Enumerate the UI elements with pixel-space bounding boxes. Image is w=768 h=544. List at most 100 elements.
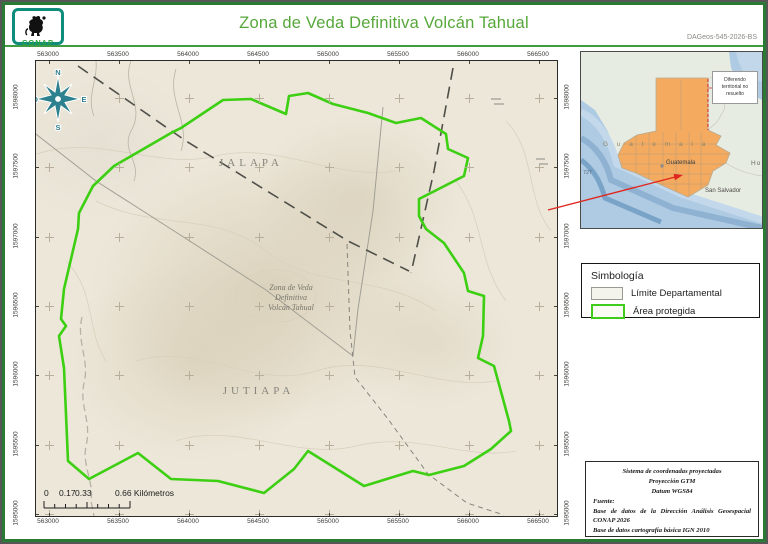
compass-e-label: E [81, 95, 86, 104]
grid-cross [465, 94, 474, 103]
grid-x-label: 565000 [317, 51, 339, 58]
frame-tick [469, 513, 470, 516]
frame-tick [189, 513, 190, 516]
grid-zone-label: 72T [583, 170, 593, 176]
minor-boundary-dashes [491, 98, 548, 165]
capital-label: Guatemala [666, 160, 696, 166]
grid-cross [255, 94, 264, 103]
credits-source-line: Base de datos cartografía básica IGN 201… [593, 527, 710, 535]
grid-cross [395, 163, 404, 173]
frame-tick [36, 375, 39, 377]
credits-box: Sistema de coordenadas proyectadas Proyec… [585, 461, 759, 537]
main-map-canvas: JALAPA JUTIAPA Zona de Veda Definitiva V… [35, 60, 558, 517]
grid-cross [395, 440, 404, 450]
frame-tick [119, 61, 120, 64]
grid-cross [45, 301, 54, 311]
san-salvador-label: San Salvador [705, 188, 742, 194]
credits-fuente-label: Fuente: [593, 497, 615, 505]
legend-item-label: Área protegida [633, 306, 696, 317]
scale-ruler [43, 501, 131, 509]
country-label: G u a t e m a l a [603, 141, 709, 148]
frame-tick [329, 513, 330, 516]
grid-cross [185, 371, 194, 381]
grid-cross [535, 232, 544, 242]
grid-y-label: 1597000 [563, 222, 571, 249]
trail-line [79, 316, 95, 516]
grid-y-label: 1597500 [563, 153, 571, 179]
inset-locator-map: Diferendo territorial no resuelto G u a … [580, 51, 763, 229]
frame-tick [469, 61, 470, 64]
frame-tick [36, 167, 39, 169]
page-title: Zona de Veda Definitiva Volcán Tahual [239, 14, 529, 32]
frame-tick [554, 375, 557, 377]
frame-tick [329, 61, 330, 64]
grid-cross [115, 371, 124, 381]
grid-cross [45, 440, 54, 450]
grid-cross [395, 371, 404, 381]
header-divider [5, 45, 763, 47]
protected-area-swatch [591, 304, 625, 319]
credits-line: Datum WGS84 [651, 487, 693, 495]
credits-line: Proyección GTM [648, 477, 696, 485]
grid-cross [115, 94, 124, 103]
grid-y-label: 1597500 [12, 153, 20, 179]
credits-line: Sistema de coordenadas proyectadas [622, 468, 722, 475]
grid-cross [535, 94, 544, 103]
grid-cross [185, 440, 194, 450]
scale-bar: 0 0.17 0.33 0.66 Kilómetros [38, 488, 174, 514]
grid-x-label: 566000 [457, 518, 479, 525]
frame-tick [554, 513, 557, 515]
grid-cross [255, 371, 264, 381]
grid-cross [115, 163, 124, 173]
grid-cross [465, 301, 474, 311]
legend-item-label: Límite Departamental [631, 288, 722, 299]
grid-x-label: 563000 [37, 518, 59, 525]
grid-cross [45, 232, 54, 242]
credits-projection: Sistema de coordenadas proyectadas Proyec… [593, 467, 751, 497]
document-id: DAGeos-545-2026-BS [686, 34, 757, 41]
compass-rose-icon: N E S O [35, 67, 88, 131]
frame-tick [554, 98, 557, 99]
grid-y-label: 1595500 [12, 430, 20, 457]
grid-cross [395, 232, 404, 242]
grid-y-label: 1596000 [563, 361, 571, 387]
grid-y-label: 1597000 [12, 222, 20, 249]
grid-cross [535, 301, 544, 311]
frame-tick [399, 61, 400, 64]
frame-tick [554, 167, 557, 169]
grid-x-label: 566500 [527, 51, 549, 58]
department-label-north: JALAPA [219, 157, 283, 169]
grid-cross [115, 301, 124, 311]
scale-label-033: 0.33 [75, 488, 92, 498]
frame-tick [189, 61, 190, 64]
honduras-partial-label: Ho [751, 160, 762, 167]
legend-box: Simbología Límite Departamental Área prot… [581, 263, 760, 319]
frame-tick [554, 305, 557, 307]
grid-cross [465, 371, 474, 381]
grid-cross [185, 301, 194, 311]
grid-cross [325, 232, 334, 242]
grid-x-label: 564000 [177, 51, 199, 58]
frame-tick [399, 513, 400, 516]
grid-cross [535, 371, 544, 381]
scale-label-0: 0 [44, 488, 49, 498]
grid-y-label: 1595500 [563, 430, 571, 457]
frame-tick [36, 305, 39, 307]
grid-cross [255, 440, 264, 450]
grid-cross [325, 94, 334, 103]
compass-w-label: O [35, 95, 38, 104]
scale-label-017: 0.17 [59, 488, 76, 498]
grid-y-label: 1598000 [563, 84, 571, 110]
frame-tick [539, 513, 540, 516]
compass-s-label: S [55, 123, 60, 131]
grid-cross [325, 163, 334, 173]
frame-tick [554, 444, 557, 446]
grid-cross [465, 440, 474, 450]
grid-cross [325, 371, 334, 381]
grid-cross [395, 94, 404, 103]
frame-tick [539, 61, 540, 64]
grid-x-label: 566500 [527, 518, 549, 525]
grid-cross [535, 163, 544, 173]
grid-x-label: 563500 [107, 51, 129, 58]
road-lines [36, 106, 384, 357]
